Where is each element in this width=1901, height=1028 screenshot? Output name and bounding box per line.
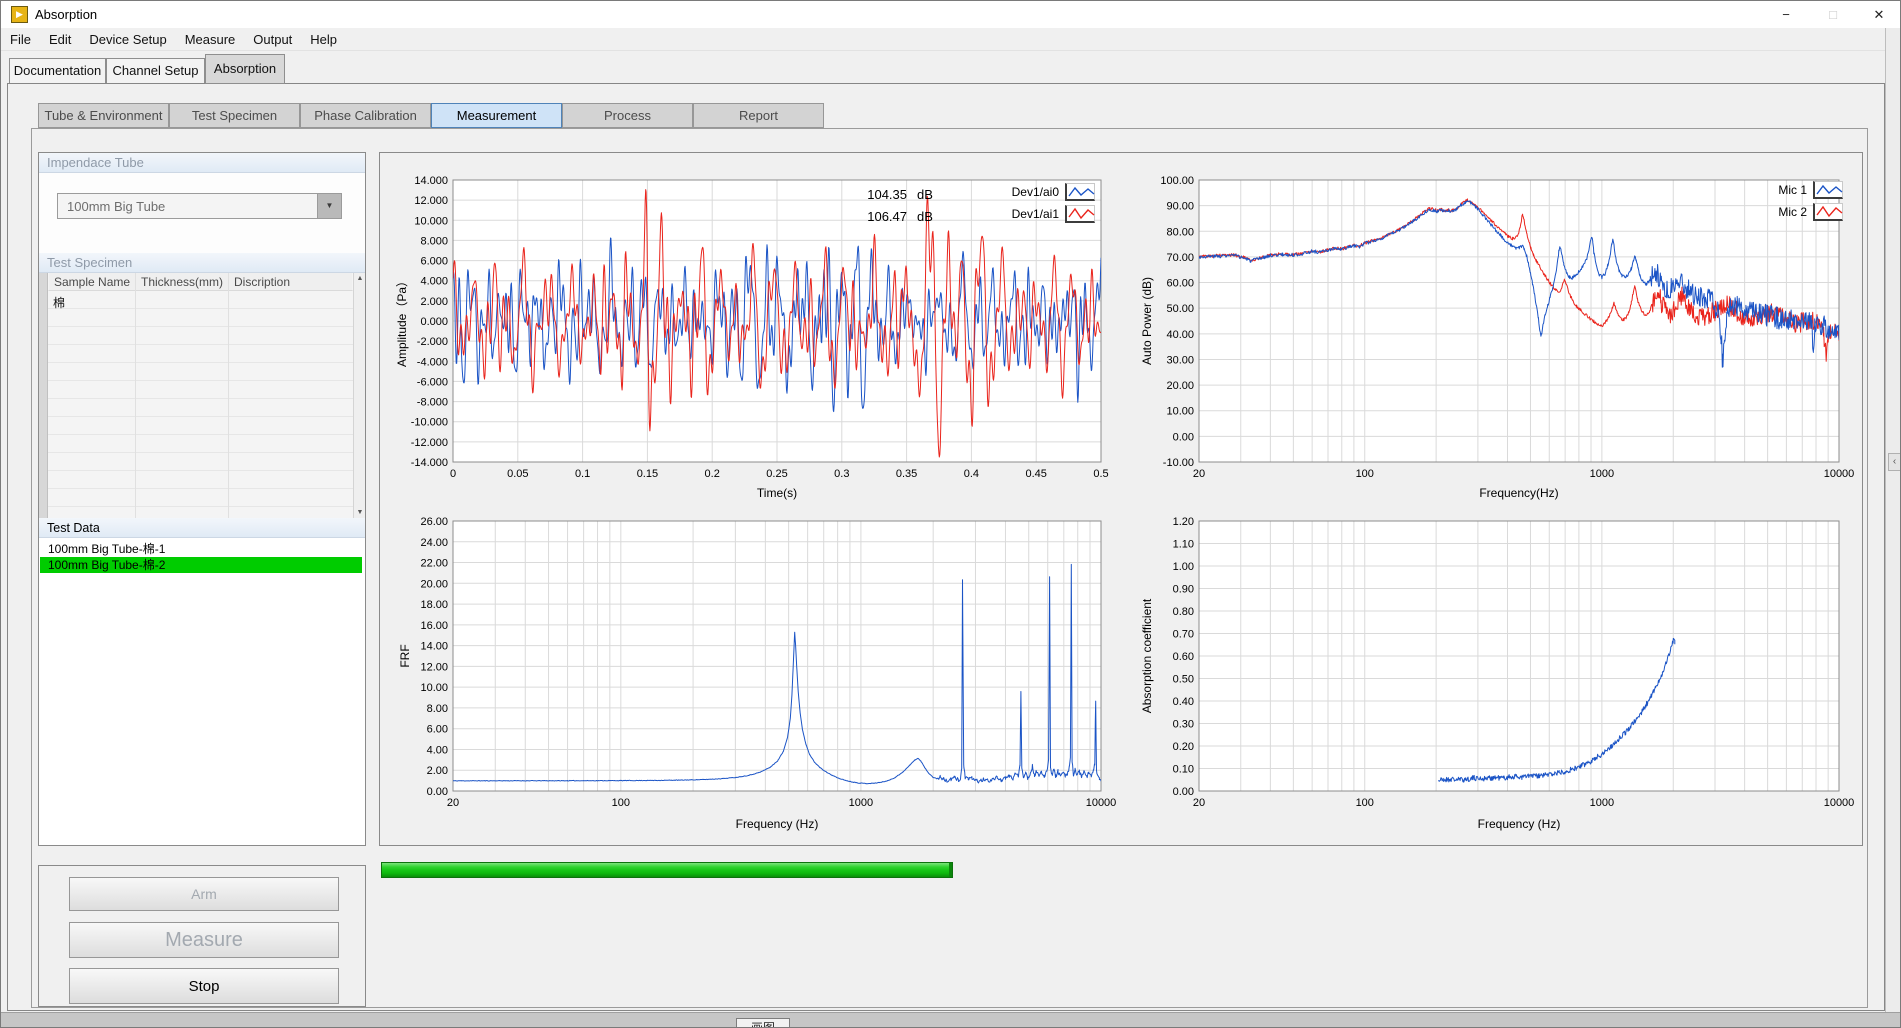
menu-output[interactable]: Output xyxy=(244,28,301,51)
scroll-down-icon[interactable]: ▼ xyxy=(354,509,366,516)
tab-absorption[interactable]: Absorption xyxy=(205,54,285,84)
legend-label: Mic 1 xyxy=(1737,183,1807,197)
table-row[interactable]: 棉 xyxy=(53,294,65,311)
level-unit: dB xyxy=(917,187,933,202)
test-specimen-header: Test Specimen xyxy=(39,253,365,273)
stop-button[interactable]: Stop xyxy=(69,968,339,1004)
window-title: Absorption xyxy=(35,7,97,22)
level-unit: dB xyxy=(917,209,933,224)
test-data-header: Test Data xyxy=(39,518,365,538)
title-bar: ▶ Absorption − □ ✕ xyxy=(1,1,1900,28)
application-window: ▶ Absorption − □ ✕ File Edit Device Setu… xyxy=(0,0,1901,1028)
arm-button[interactable]: Arm xyxy=(69,877,339,911)
table-row-header-strip xyxy=(39,273,48,518)
maximize-button-icon[interactable]: □ xyxy=(1812,1,1854,28)
taskbar-fragment[interactable]: 画图 xyxy=(736,1018,790,1028)
legend-entry-dev1-ai0: Dev1/ai0 xyxy=(989,182,1095,202)
impedance-tube-header: Impendace Tube xyxy=(39,153,365,173)
menu-edit[interactable]: Edit xyxy=(40,28,80,51)
column-discription: Discription xyxy=(229,273,352,291)
menu-file[interactable]: File xyxy=(1,28,40,51)
level-value: 104.35 xyxy=(859,187,907,202)
menu-device-setup[interactable]: Device Setup xyxy=(80,28,175,51)
table-scrollbar[interactable]: ▲ ▼ xyxy=(353,273,365,518)
subtab-tube-environment[interactable]: Tube & Environment xyxy=(38,103,169,128)
level-readout-ai1: 106.47 dB xyxy=(859,205,933,227)
measure-button[interactable]: Measure xyxy=(69,922,339,958)
menu-measure[interactable]: Measure xyxy=(176,28,245,51)
chevron-down-icon[interactable]: ▼ xyxy=(317,194,341,218)
legend-entry-mic2: Mic 2 xyxy=(1737,202,1843,222)
list-item[interactable]: 100mm Big Tube-棉-1 xyxy=(40,541,362,557)
progress-cap xyxy=(949,863,952,877)
charts-panel xyxy=(379,152,1863,846)
tab-channel-setup[interactable]: Channel Setup xyxy=(106,58,205,84)
measurement-progress-bar xyxy=(381,862,953,878)
waveform-icon xyxy=(1065,183,1095,201)
column-sample-name: Sample Name xyxy=(49,273,136,291)
column-separator xyxy=(135,273,136,518)
impedance-tube-selected-value: 100mm Big Tube xyxy=(67,199,165,214)
subtab-phase-calibration[interactable]: Phase Calibration xyxy=(300,103,431,128)
waveform-icon xyxy=(1813,181,1843,199)
legend-entry-dev1-ai1: Dev1/ai1 xyxy=(989,204,1095,224)
app-icon: ▶ xyxy=(11,6,28,23)
subtab-measurement[interactable]: Measurement xyxy=(431,103,562,128)
list-item-selected[interactable]: 100mm Big Tube-棉-2 xyxy=(40,557,362,573)
minimize-button-icon[interactable]: − xyxy=(1765,1,1807,28)
test-data-list: 100mm Big Tube-棉-1 100mm Big Tube-棉-2 xyxy=(39,538,365,845)
legend-entry-mic1: Mic 1 xyxy=(1737,180,1843,200)
tab-documentation[interactable]: Documentation xyxy=(9,58,106,84)
level-readout-ai0: 104.35 dB xyxy=(859,183,933,205)
test-specimen-table[interactable]: Sample Name Thickness(mm) Discription 棉 … xyxy=(39,273,365,518)
close-button-icon[interactable]: ✕ xyxy=(1858,1,1900,28)
waveform-icon xyxy=(1065,205,1095,223)
legend-label: Mic 2 xyxy=(1737,205,1807,219)
scroll-left-icon[interactable]: ‹ xyxy=(1888,453,1901,471)
right-scroll-strip[interactable] xyxy=(1885,28,1901,1012)
legend-label: Dev1/ai0 xyxy=(989,185,1059,199)
menu-help[interactable]: Help xyxy=(301,28,346,51)
bottom-strip xyxy=(1,1012,1901,1028)
subtab-test-specimen[interactable]: Test Specimen xyxy=(169,103,300,128)
subtab-process[interactable]: Process xyxy=(562,103,693,128)
waveform-icon xyxy=(1813,203,1843,221)
legend-label: Dev1/ai1 xyxy=(989,207,1059,221)
subtab-report[interactable]: Report xyxy=(693,103,824,128)
column-separator xyxy=(228,273,229,518)
scroll-up-icon[interactable]: ▲ xyxy=(354,275,366,282)
column-thickness: Thickness(mm) xyxy=(136,273,229,291)
level-value: 106.47 xyxy=(859,209,907,224)
menu-bar: File Edit Device Setup Measure Output He… xyxy=(1,28,1900,51)
impedance-tube-select[interactable]: 100mm Big Tube ▼ xyxy=(57,193,342,219)
